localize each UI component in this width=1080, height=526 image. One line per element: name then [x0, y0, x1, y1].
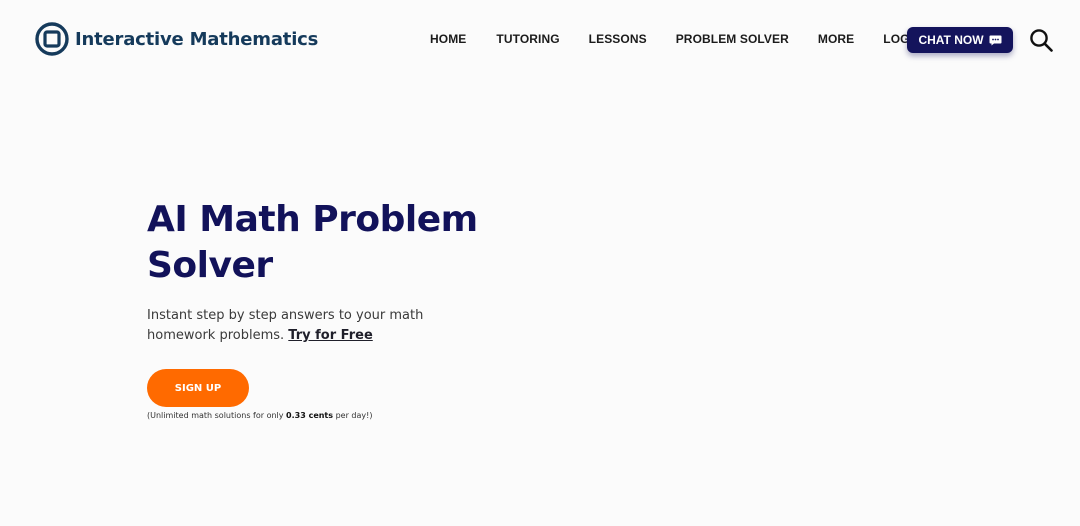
nav-item-lessons[interactable]: LESSONS — [589, 32, 647, 46]
pricing-note-prefix: (Unlimited math solutions for only — [147, 411, 284, 420]
nav-item-problem-solver[interactable]: PROBLEM SOLVER — [676, 32, 789, 46]
hero-subtitle: Instant step by step answers to your mat… — [147, 306, 447, 346]
hero-title: AI Math Problem Solver — [147, 199, 478, 286]
nav-item-home[interactable]: HOME — [430, 32, 466, 46]
logo-icon — [35, 22, 69, 56]
pricing-note: (Unlimited math solutions for only 0.33 … — [147, 411, 567, 420]
sign-up-button[interactable]: SIGN UP — [147, 369, 249, 407]
site-logo[interactable]: Interactive Mathematics — [35, 22, 318, 56]
brand-name: Interactive Mathematics — [75, 28, 319, 50]
chat-now-button[interactable]: CHAT NOW — [907, 27, 1013, 53]
nav-item-more[interactable]: MORE — [818, 32, 854, 46]
main-nav: HOME TUTORING LESSONS PROBLEM SOLVER MOR… — [430, 30, 922, 48]
try-for-free-link[interactable]: Try for Free — [288, 328, 372, 343]
pricing-note-price: 0.33 cents — [286, 411, 334, 420]
site-header: Interactive Mathematics HOME TUTORING LE… — [0, 0, 1080, 80]
search-icon[interactable] — [1029, 28, 1053, 52]
chat-now-label: CHAT NOW — [918, 33, 984, 47]
pricing-note-suffix: per day!) — [335, 411, 373, 420]
chat-bubble-icon — [989, 35, 1002, 45]
nav-item-tutoring[interactable]: TUTORING — [496, 32, 559, 46]
hero-section: AI Math Problem Solver Instant step by s… — [147, 197, 567, 420]
hero-subtitle-text: Instant step by step answers to your mat… — [147, 308, 424, 343]
